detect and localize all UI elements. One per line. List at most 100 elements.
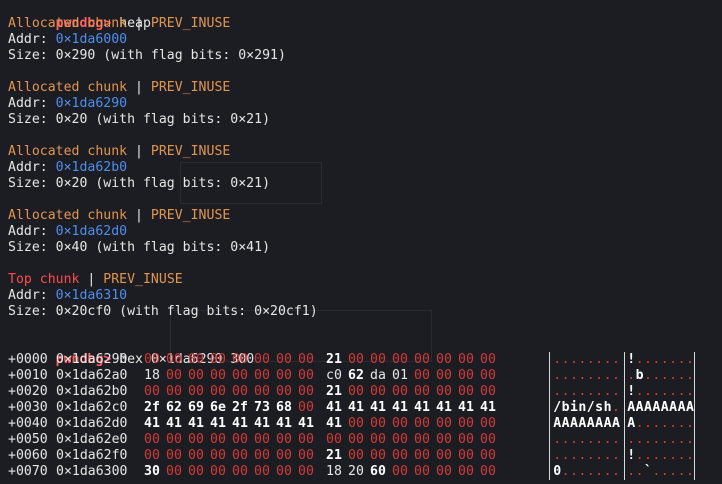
hex-byte: 41 bbox=[232, 416, 248, 431]
hex-byte: 00 bbox=[392, 448, 408, 463]
ascii-char: . bbox=[635, 432, 644, 447]
ascii-char: . bbox=[627, 464, 636, 479]
hex-address: 0×1da62f0 bbox=[56, 448, 128, 463]
ascii-char: . bbox=[595, 368, 604, 383]
ascii-char: . bbox=[685, 384, 694, 399]
ascii-char: . bbox=[660, 352, 669, 367]
ascii-char: . bbox=[578, 352, 587, 367]
ascii-char: . bbox=[586, 368, 595, 383]
chunk-addr-line: Addr: 0×1da62d0 bbox=[8, 224, 722, 240]
hex-byte: 00 bbox=[414, 416, 430, 431]
ascii-char: . bbox=[660, 464, 669, 479]
chunk-separator: | bbox=[127, 208, 151, 223]
chunk-block: Allocated chunk | PREV_INUSE Addr: 0×1da6… bbox=[8, 16, 722, 80]
hex-dump: +0000 0×1da6290 00 00 00 00 00 00 00 00 21 00 00 00 00… bbox=[8, 352, 722, 480]
chunk-type: Allocated chunk bbox=[8, 80, 128, 95]
chunk-addr-label: Addr: bbox=[8, 96, 56, 111]
hex-byte: 41 bbox=[144, 416, 160, 431]
ascii-char: . bbox=[611, 432, 620, 447]
ascii-column: ........!....... bbox=[549, 352, 695, 368]
ascii-char: . bbox=[669, 416, 678, 431]
ascii-char: . bbox=[578, 432, 587, 447]
hex-byte: 00 bbox=[370, 448, 386, 463]
hex-byte: 00 bbox=[210, 464, 226, 479]
hex-byte: 00 bbox=[188, 448, 204, 463]
chunk-address: 0×1da6310 bbox=[55, 288, 128, 303]
ascii-group: ........ bbox=[553, 368, 623, 384]
ascii-char: h bbox=[603, 400, 612, 415]
ascii-column: ........ .b...... bbox=[549, 368, 695, 384]
hex-byte: 00 bbox=[188, 352, 204, 367]
chunk-addr-line: Addr: 0×1da62b0 bbox=[8, 160, 722, 176]
chunk-address: 0×1da62d0 bbox=[55, 224, 128, 239]
chunk-block: Allocated chunk | PREV_INUSE Addr: 0×1da6… bbox=[8, 208, 722, 272]
ascii-char: . bbox=[669, 432, 678, 447]
ascii-column: /bin/sh. AAAAAAAA bbox=[549, 400, 695, 416]
hex-byte: 00 bbox=[458, 432, 474, 447]
ascii-char: A bbox=[652, 400, 661, 415]
hex-byte: 2f bbox=[144, 400, 160, 415]
hex-byte: 00 bbox=[166, 448, 182, 463]
ascii-char: b bbox=[635, 368, 644, 383]
chunk-flag: PREV_INUSE bbox=[150, 16, 231, 31]
ascii-char: . bbox=[595, 352, 604, 367]
hex-byte: 00 bbox=[166, 432, 182, 447]
hex-byte: 68 bbox=[276, 400, 292, 415]
hex-byte: 2f bbox=[232, 400, 248, 415]
hex-byte: 00 bbox=[326, 432, 342, 447]
chunk-flag: PREV_INUSE bbox=[103, 272, 183, 287]
ascii-char: . bbox=[603, 432, 612, 447]
ascii-char: . bbox=[595, 384, 604, 399]
hex-byte: 41 bbox=[414, 400, 430, 415]
ascii-char: . bbox=[685, 416, 694, 431]
hex-address: 0×1da62b0 bbox=[56, 384, 128, 399]
chunk-addr-label: Addr: bbox=[8, 224, 56, 239]
hex-byte: 00 bbox=[458, 352, 474, 367]
hex-byte: 00 bbox=[298, 448, 314, 463]
hex-byte: 00 bbox=[276, 352, 292, 367]
hex-byte: 69 bbox=[188, 400, 204, 415]
ascii-char: . bbox=[595, 448, 604, 463]
hex-byte: 00 bbox=[436, 352, 452, 367]
chunk-header: Top chunk | PREV_INUSE bbox=[8, 272, 722, 288]
hex-byte: 41 bbox=[458, 400, 474, 415]
hex-byte: 00 bbox=[480, 384, 496, 399]
hex-byte: 00 bbox=[348, 416, 364, 431]
ascii-group: !....... bbox=[624, 352, 697, 368]
hex-byte: 00 bbox=[436, 416, 452, 431]
ascii-char: A bbox=[627, 416, 636, 431]
ascii-char: . bbox=[586, 448, 595, 463]
chunk-addr-label: Addr: bbox=[8, 160, 56, 175]
hex-byte: 41 bbox=[370, 400, 386, 415]
hex-offset: +0070 bbox=[8, 464, 48, 479]
hex-byte: 00 bbox=[144, 352, 160, 367]
ascii-char: . bbox=[595, 464, 604, 479]
ascii-char: b bbox=[561, 400, 570, 415]
ascii-char: . bbox=[586, 384, 595, 399]
hex-byte: 00 bbox=[392, 384, 408, 399]
ascii-char: . bbox=[553, 432, 562, 447]
hex-byte: 00 bbox=[254, 464, 270, 479]
hex-address: 0×1da62d0 bbox=[56, 416, 128, 431]
hex-byte: 00 bbox=[210, 448, 226, 463]
ascii-char: A bbox=[635, 400, 644, 415]
hex-byte: 41 bbox=[276, 416, 292, 431]
hex-bytes: 00 00 00 00 00 00 00 00 21 00 00 00 00 00 00 00 bbox=[144, 448, 502, 464]
hex-byte: 62 bbox=[348, 368, 364, 383]
hex-byte: 00 bbox=[436, 432, 452, 447]
ascii-char: A bbox=[578, 416, 587, 431]
chunk-addr-line: Addr: 0×1da6000 bbox=[8, 32, 722, 48]
hex-byte: 00 bbox=[254, 368, 270, 383]
terminal-window[interactable]: pwndbg> heap Allocated chunk | PREV_INUS… bbox=[0, 0, 722, 484]
hex-byte: 00 bbox=[254, 448, 270, 463]
hex-byte: 00 bbox=[370, 384, 386, 399]
hex-byte: 00 bbox=[144, 432, 160, 447]
ascii-group: 0....... bbox=[553, 464, 623, 480]
ascii-char: . bbox=[685, 432, 694, 447]
hex-byte: 00 bbox=[188, 432, 204, 447]
hex-byte: 00 bbox=[232, 448, 248, 463]
hex-byte: 21 bbox=[326, 352, 342, 367]
ascii-char: . bbox=[685, 352, 694, 367]
chunk-size-line: Size: 0×20 (with flag bits: 0×21) bbox=[8, 176, 271, 191]
hex-byte: 00 bbox=[348, 448, 364, 463]
